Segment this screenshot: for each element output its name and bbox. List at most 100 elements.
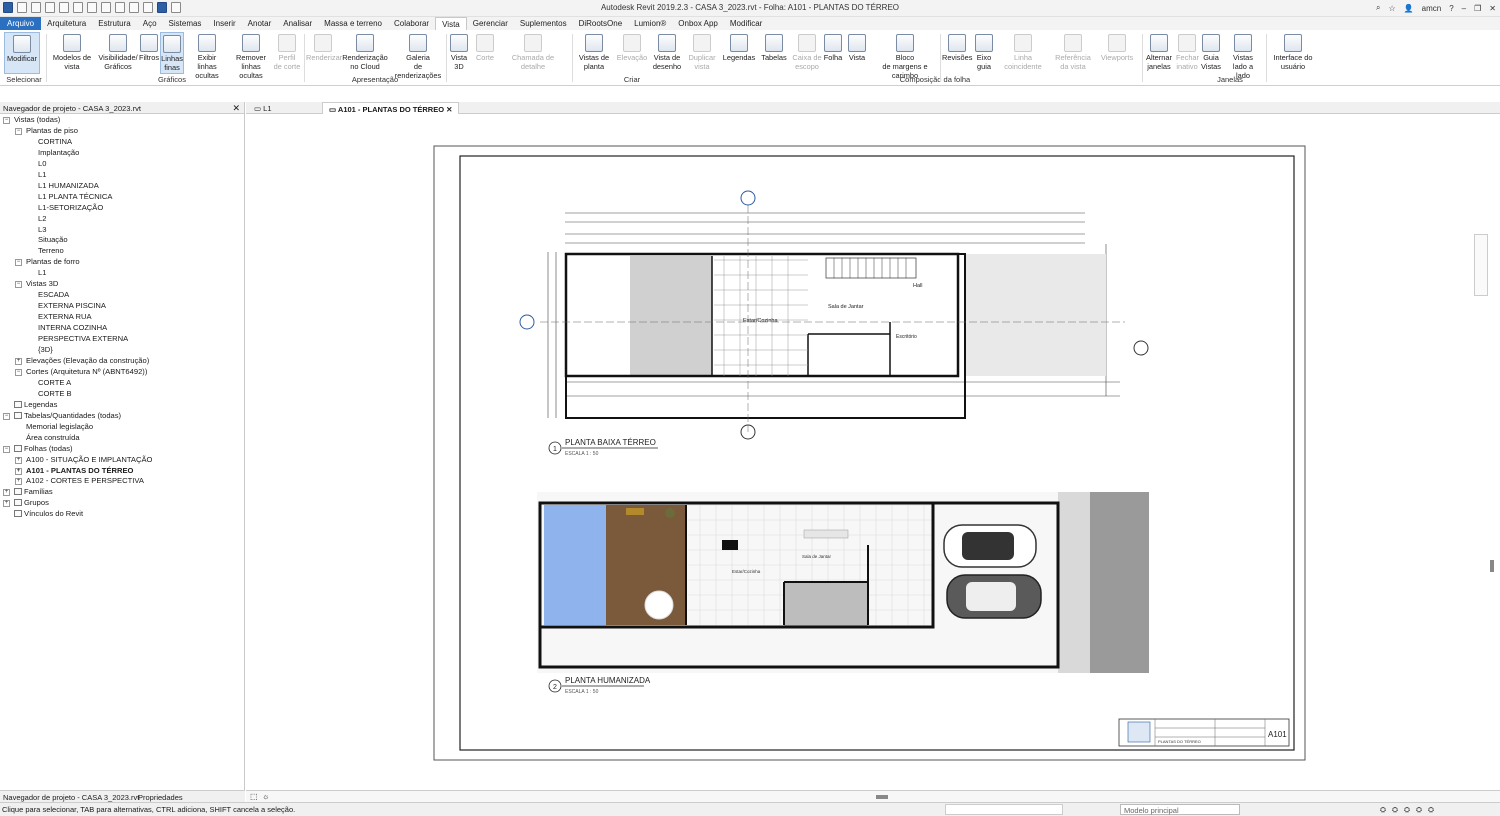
tree-item[interactable]: Memorial legislação [0, 422, 244, 433]
tree-item[interactable]: EXTERNA PISCINA [0, 301, 244, 312]
tree-item[interactable]: Terreno [0, 246, 244, 257]
tool-visibilidade-gr-ficos[interactable]: Visibilidade/Gráficos [96, 32, 140, 71]
workset-field[interactable] [945, 804, 1063, 815]
tool-legendas[interactable]: Legendas [722, 32, 756, 62]
menu-onbox-app[interactable]: Onbox App [672, 17, 724, 30]
tool-perfil-de-corte[interactable]: Perfil de corte [272, 32, 302, 71]
tree-item[interactable]: CORTE A [0, 378, 244, 389]
tree-item[interactable]: PERSPECTIVA EXTERNA [0, 334, 244, 345]
menu-dirootsone[interactable]: DiRootsOne [573, 17, 629, 30]
collapse-icon[interactable]: − [15, 281, 22, 289]
tool-tabelas[interactable]: Tabelas [760, 32, 788, 62]
tree-item[interactable]: − Cortes (Arquitetura Nº (ABNT6492)) [0, 367, 244, 378]
tab-a101[interactable]: ▭ A101 - PLANTAS DO TÉRREO ✕ [322, 102, 460, 114]
tree-item[interactable]: − Plantas de piso [0, 126, 244, 137]
tree-item[interactable]: CORTINA [0, 137, 244, 148]
menu-suplementos[interactable]: Suplementos [514, 17, 573, 30]
tool-filtros[interactable]: Filtros [138, 32, 160, 62]
tree-item[interactable]: L0 [0, 159, 244, 170]
tree-item[interactable]: Situação [0, 235, 244, 246]
user-name[interactable]: amcn [1422, 4, 1442, 13]
tree-item[interactable]: L3 [0, 225, 244, 236]
menu-anotar[interactable]: Anotar [242, 17, 278, 30]
menu-colaborar[interactable]: Colaborar [388, 17, 435, 30]
tool-eleva-o[interactable]: Elevação [616, 32, 648, 62]
menu-arquitetura[interactable]: Arquitetura [41, 17, 92, 30]
tree-item[interactable]: + Famílias [0, 487, 244, 498]
tree-item[interactable]: L1-SETORIZAÇÃO [0, 203, 244, 214]
navigation-bar[interactable] [1474, 234, 1488, 296]
tool-modelos-de-vista[interactable]: Modelos de vista [52, 32, 92, 71]
close-icon[interactable]: ✕ [1489, 4, 1496, 13]
tree-item[interactable]: Vínculos do Revit [0, 509, 244, 520]
collapse-icon[interactable]: − [15, 127, 22, 135]
menu-analisar[interactable]: Analisar [277, 17, 318, 30]
collapse-icon[interactable]: − [3, 445, 10, 453]
tool-folha[interactable]: Folha [822, 32, 844, 62]
tree-item[interactable]: − Vistas (todas) [0, 115, 244, 126]
tree-item[interactable]: CORTE B [0, 389, 244, 400]
menu-lumion-[interactable]: Lumion® [628, 17, 672, 30]
tool-viewports[interactable]: Viewports [1098, 32, 1136, 62]
tree-item[interactable]: − Folhas (todas) [0, 444, 244, 455]
vertical-scrollbar[interactable] [1490, 560, 1494, 572]
tool-vista-3d[interactable]: Vista 3D [446, 32, 472, 71]
tree-item[interactable]: L1 [0, 170, 244, 181]
tool-vistas-lado-a-lado[interactable]: Vistas lado a lado [1226, 32, 1260, 80]
design-option-field[interactable]: Modelo principal [1120, 804, 1240, 815]
menu-a-o[interactable]: Aço [137, 17, 163, 30]
tool-refer-ncia-da-vista[interactable]: Referência da vista [1052, 32, 1094, 71]
expand-icon[interactable]: + [15, 478, 22, 486]
tree-item[interactable]: {3D} [0, 345, 244, 356]
menu-arquivo[interactable]: Arquivo [0, 17, 42, 30]
tree-item[interactable]: − Vistas 3D [0, 279, 244, 290]
tool-vista[interactable]: Vista [846, 32, 868, 62]
tool-linha-coincidente[interactable]: Linha coincidente [996, 32, 1050, 71]
expand-icon[interactable]: + [3, 500, 10, 508]
menu-vista[interactable]: Vista [435, 17, 467, 30]
expand-icon[interactable]: + [15, 467, 22, 475]
tree-item[interactable]: + A102 - CORTES E PERSPECTIVA [0, 476, 244, 487]
maximize-icon[interactable]: ❐ [1474, 4, 1481, 13]
tree-item[interactable]: Área construída [0, 433, 244, 444]
collapse-icon[interactable]: − [3, 412, 10, 420]
tool-caixa-de-escopo[interactable]: Caixa de escopo [792, 32, 822, 71]
horizontal-scrollbar[interactable] [876, 795, 888, 799]
tool-linhas-finas[interactable]: Linhas finas [160, 32, 184, 74]
collapse-icon[interactable]: − [15, 259, 22, 267]
tree-item[interactable]: − Plantas de forro [0, 257, 244, 268]
tool-renderizar[interactable]: Renderizar [306, 32, 342, 62]
tool-vistas-de-planta[interactable]: Vistas de planta [574, 32, 614, 71]
tool-chamada-de-detalhe[interactable]: Chamada de detalhe [500, 32, 566, 71]
collapse-icon[interactable]: − [15, 368, 22, 376]
tool-bloco-de-margens-e-carimbo[interactable]: Bloco de margens e carimbo [870, 32, 940, 80]
tool-duplicar-vista[interactable]: Duplicar vista [686, 32, 718, 71]
tree-item[interactable]: + A100 - SITUAÇÃO E IMPLANTAÇÃO [0, 455, 244, 466]
tree-item[interactable]: + A101 - PLANTAS DO TÉRREO [0, 466, 244, 477]
tab-project-browser[interactable]: Navegador de projeto - CASA 3_2023.rvt [3, 793, 139, 802]
minimize-icon[interactable]: – [1462, 4, 1466, 13]
expand-icon[interactable]: + [15, 357, 22, 365]
selection-filter-icons[interactable]: ⛭⛭⛭⛭⛭ [1380, 805, 1440, 815]
tree-item[interactable]: ESCADA [0, 290, 244, 301]
sun-icon[interactable]: ☼ [262, 792, 269, 801]
collapse-icon[interactable]: − [3, 117, 10, 124]
tool-eixo-guia[interactable]: Eixo guia [972, 32, 996, 71]
tool-remover-linhas-ocultas[interactable]: Remover linhas ocultas [230, 32, 272, 80]
tool-exibir-linhas-ocultas[interactable]: Exibir linhas ocultas [186, 32, 228, 80]
help-icon[interactable]: ? [1449, 4, 1453, 13]
close-icon[interactable]: ✕ [232, 103, 240, 114]
menu-sistemas[interactable]: Sistemas [163, 17, 208, 30]
drawing-area[interactable]: Estar/Cozinha Sala de Jantar Hall Escrit… [246, 114, 1494, 790]
expand-icon[interactable]: + [15, 456, 22, 464]
tool-modificar[interactable]: Modificar [4, 32, 40, 74]
tool-renderiza-o-no-cloud[interactable]: Renderização no Cloud [342, 32, 388, 71]
menu-modificar[interactable]: Modificar [724, 17, 768, 30]
tool-guia-vistas[interactable]: Guia Vistas [1200, 32, 1222, 71]
tab-l1[interactable]: ▭ L1 [248, 102, 278, 114]
menu-inserir[interactable]: Inserir [207, 17, 241, 30]
menu-estrutura[interactable]: Estrutura [92, 17, 136, 30]
tool-revis-es[interactable]: Revisões [942, 32, 972, 62]
tool-corte[interactable]: Corte [472, 32, 498, 62]
sheet-icon[interactable]: ⬚ [250, 792, 258, 801]
